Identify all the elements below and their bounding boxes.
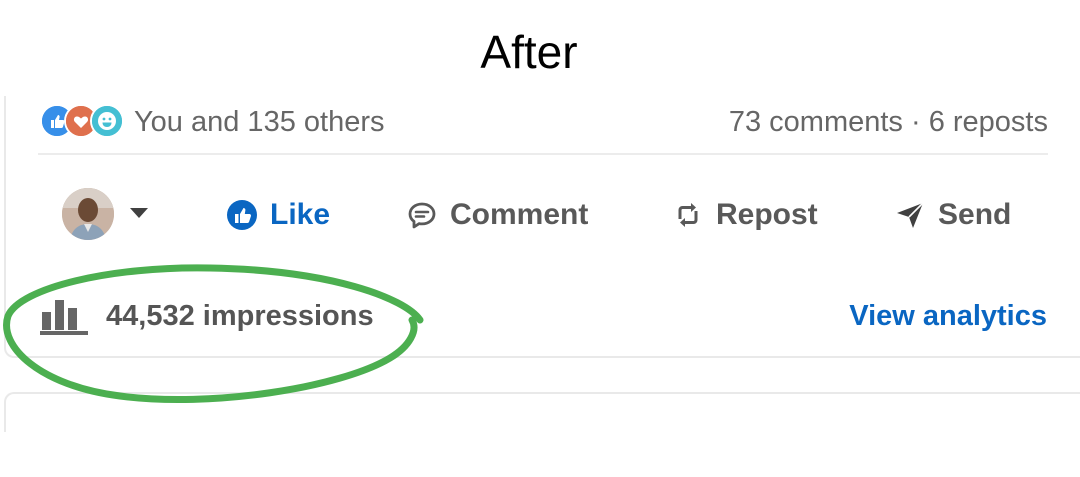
repost-label: Repost	[716, 198, 818, 231]
repost-icon	[672, 199, 704, 231]
post-actions-bar: Like Comment Repost Send	[0, 180, 1080, 250]
divider	[38, 153, 1048, 155]
post-stats-row: 44,532 impressions View analytics	[0, 290, 1080, 350]
chevron-down-icon	[130, 208, 148, 218]
like-label: Like	[270, 198, 331, 231]
bar-chart-icon	[40, 300, 88, 335]
like-icon	[226, 199, 258, 231]
impressions-count[interactable]: 44,532 impressions	[106, 298, 374, 334]
next-post-card	[4, 392, 1080, 432]
reaction-identity-selector[interactable]	[62, 188, 162, 240]
funny-reaction-icon	[90, 104, 124, 138]
avatar	[62, 188, 114, 240]
reactions-summary-link[interactable]: You and 135 others	[134, 104, 384, 140]
comments-reposts-count[interactable]: 73 comments · 6 reposts	[729, 104, 1048, 140]
comment-button[interactable]: Comment	[406, 190, 588, 240]
send-icon	[894, 199, 926, 231]
send-button[interactable]: Send	[894, 190, 1011, 240]
send-label: Send	[938, 198, 1012, 231]
repost-button[interactable]: Repost	[672, 190, 818, 240]
reaction-icons[interactable]	[40, 104, 124, 138]
like-button[interactable]: Like	[226, 190, 330, 240]
social-counts-row: You and 135 others 73 comments · 6 repos…	[40, 100, 1048, 144]
page-heading: After	[480, 26, 578, 78]
comment-icon	[406, 199, 438, 231]
view-analytics-link[interactable]: View analytics	[849, 298, 1047, 334]
comment-label: Comment	[450, 198, 589, 231]
